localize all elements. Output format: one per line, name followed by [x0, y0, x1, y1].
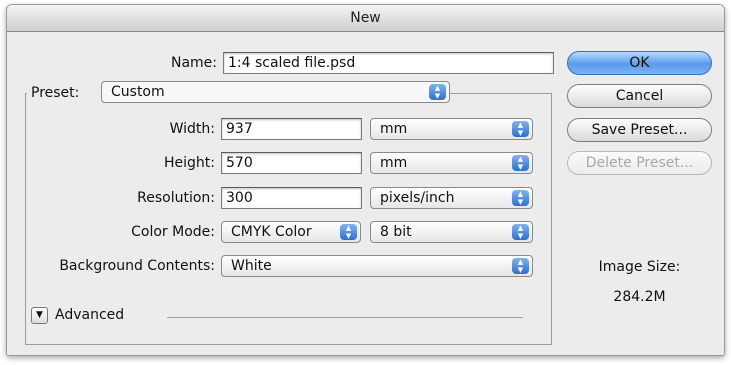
background-contents-label: Background Contents: — [59, 258, 215, 274]
select-arrows-icon: ▲ ▼ — [429, 84, 446, 100]
background-contents-value: White — [231, 258, 272, 274]
bit-depth-value: 8 bit — [380, 224, 412, 240]
advanced-divider — [167, 317, 523, 318]
advanced-disclosure-triangle-icon[interactable]: ▼ — [31, 307, 48, 324]
select-arrows-icon: ▲ ▼ — [340, 224, 357, 240]
image-size-label: Image Size: — [598, 259, 681, 275]
bit-depth-select[interactable]: 8 bit ▲ ▼ — [370, 221, 533, 243]
height-unit-select[interactable]: mm ▲ ▼ — [370, 152, 533, 174]
name-label: Name: — [170, 55, 217, 71]
select-arrows-icon: ▲ ▼ — [512, 224, 529, 240]
delete-preset-button[interactable]: Delete Preset... — [567, 151, 712, 175]
cancel-button[interactable]: Cancel — [567, 84, 712, 108]
new-document-dialog: New Name: 1:4 scaled file.psd Preset: Cu… — [6, 4, 725, 356]
advanced-label: Advanced — [55, 307, 125, 323]
resolution-unit-select[interactable]: pixels/inch ▲ ▼ — [370, 187, 533, 209]
color-mode-select[interactable]: CMYK Color ▲ ▼ — [221, 221, 361, 243]
select-arrows-icon: ▲ ▼ — [512, 155, 529, 171]
select-arrows-icon: ▲ ▼ — [512, 190, 529, 206]
select-arrows-icon: ▲ ▼ — [512, 258, 529, 274]
image-size-value: 284.2M — [613, 289, 666, 305]
resolution-field[interactable]: 300 — [221, 187, 362, 209]
preset-select[interactable]: Custom ▲ ▼ — [101, 81, 450, 103]
ok-button[interactable]: OK — [567, 51, 712, 75]
color-mode-value: CMYK Color — [231, 224, 312, 240]
width-unit-value: mm — [380, 121, 408, 137]
width-unit-select[interactable]: mm ▲ ▼ — [370, 118, 533, 140]
select-arrows-icon: ▲ ▼ — [512, 121, 529, 137]
height-unit-value: mm — [380, 155, 408, 171]
width-field[interactable]: 937 — [221, 118, 362, 140]
name-field[interactable]: 1:4 scaled file.psd — [223, 52, 554, 74]
resolution-label: Resolution: — [137, 190, 215, 206]
resolution-unit-value: pixels/inch — [380, 190, 455, 206]
dialog-title: New — [7, 5, 724, 32]
save-preset-button[interactable]: Save Preset... — [567, 118, 712, 142]
height-label: Height: — [164, 155, 215, 171]
color-mode-label: Color Mode: — [131, 224, 215, 240]
height-field[interactable]: 570 — [221, 152, 362, 174]
preset-select-value: Custom — [111, 84, 165, 100]
width-label: Width: — [169, 121, 215, 137]
preset-label: Preset: — [27, 85, 101, 101]
background-contents-select[interactable]: White ▲ ▼ — [221, 255, 533, 277]
